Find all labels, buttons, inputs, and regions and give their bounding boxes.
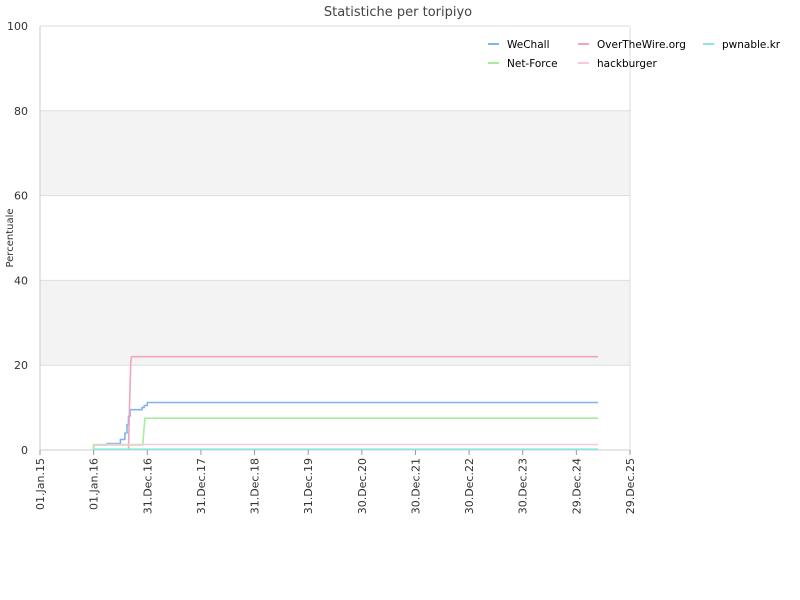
y-tick-label: 100	[7, 20, 28, 33]
series-line-overthewire-org	[127, 355, 598, 451]
y-tick-label: 0	[21, 444, 28, 457]
x-tick-label: 01.Jan.15	[34, 458, 47, 510]
grid-lines	[40, 25, 631, 451]
x-tick-label: 30.Dec.22	[463, 458, 476, 514]
legend: WeChall OverTheWire.org pwnable.kr Net-Forc…	[488, 39, 781, 70]
x-tick-label: 31.Dec.16	[141, 458, 154, 514]
x-tick-label: 30.Dec.23	[517, 458, 530, 514]
chart-container: 0 20 40 60 80 100 01.Jan.15 01.Jan.16 31.Dec.16…	[0, 0, 800, 600]
x-tick-label: 30.Dec.20	[356, 458, 369, 514]
x-tick-label: 31.Dec.17	[195, 458, 208, 514]
x-tick-labels: 01.Jan.15 01.Jan.16 31.Dec.16 31.Dec.17 31.D…	[34, 450, 637, 514]
legend-label-net-force[interactable]: Net-Force	[507, 58, 558, 70]
series-line-wechall	[92, 401, 598, 450]
plot-bands	[40, 110, 630, 366]
line-chart: 0 20 40 60 80 100 01.Jan.15 01.Jan.16 31.Dec.16…	[5, 5, 781, 514]
legend-label-hackburger[interactable]: hackburger	[597, 58, 658, 70]
plot-band	[40, 280, 630, 366]
legend-label-overthewire-org[interactable]: OverTheWire.org	[597, 39, 686, 51]
x-tick-label: 29.Dec.24	[570, 458, 583, 514]
y-axis-label: Percentuale	[5, 208, 16, 267]
x-tick-label: 01.Jan.16	[88, 458, 101, 510]
y-tick-label: 60	[14, 190, 28, 203]
x-tick-label: 31.Dec.18	[249, 458, 262, 514]
x-tick-label: 30.Dec.21	[409, 458, 422, 514]
y-tick-label: 80	[14, 105, 28, 118]
x-tick-label: 29.Dec.25	[624, 458, 637, 514]
x-tick-label: 31.Dec.19	[302, 458, 315, 514]
legend-label-wechall[interactable]: WeChall	[507, 39, 549, 51]
chart-title: Statistiche per toripiyo	[324, 5, 472, 20]
plot-band	[40, 110, 630, 196]
y-tick-label: 20	[14, 359, 28, 372]
series-layer	[92, 355, 598, 451]
legend-label-pwnable-kr[interactable]: pwnable.kr	[722, 39, 781, 51]
y-tick-label: 40	[14, 274, 28, 287]
